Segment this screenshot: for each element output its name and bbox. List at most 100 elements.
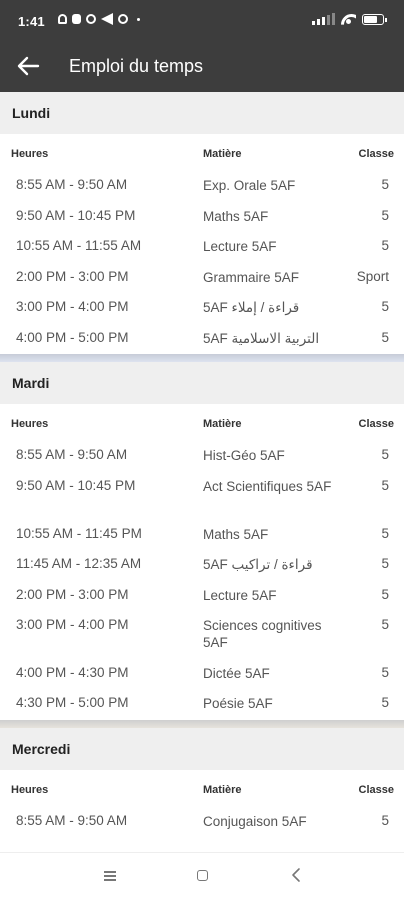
row-time: 3:00 PM - 4:00 PM (16, 617, 129, 632)
menu-icon[interactable] (104, 871, 116, 881)
row-classe: 5 (381, 587, 389, 602)
table-row[interactable]: 8:55 AM - 9:50 AM Conjugaison 5AF 5 (0, 806, 404, 837)
day-section-lundi: Lundi Heures Matière Classe 8:55 AM - 9:… (0, 92, 404, 354)
row-classe: 5 (381, 526, 389, 541)
page-title: Emploi du temps (69, 56, 204, 76)
table-row[interactable]: 3:00 PM - 4:00 PM 5AF قراءة / إملاء 5 (0, 292, 404, 323)
row-subject: Lecture 5AF (203, 239, 277, 254)
row-classe: 5 (381, 177, 389, 192)
signal-icon (312, 13, 335, 25)
row-subject: 5AF التربية الاسلامية (203, 331, 320, 346)
row-classe: 5 (381, 478, 389, 493)
section-divider (0, 720, 404, 728)
bell-icon (58, 14, 67, 24)
column-header-heures: Heures (11, 418, 49, 430)
row-classe: 5 (381, 617, 389, 632)
table-row[interactable]: 4:00 PM - 4:30 PM Dictée 5AF 5 (0, 658, 404, 688)
row-time: 2:00 PM - 3:00 PM (16, 269, 129, 284)
row-time: 2:00 PM - 3:00 PM (16, 587, 129, 602)
row-classe: 5 (381, 330, 389, 345)
row-classe: 5 (381, 813, 389, 828)
table-row[interactable]: 3:00 PM - 4:00 PM Sciences cognitives 5A… (0, 610, 404, 658)
column-header-matiere: Matière (203, 418, 242, 430)
table-row[interactable]: 8:55 AM - 9:50 AM Hist-Géo 5AF 5 (0, 440, 404, 471)
column-headers: Heures Matière Classe (0, 404, 404, 440)
day-section-mardi: Mardi Heures Matière Classe 8:55 AM - 9:… (0, 362, 404, 720)
row-subject: Poésie 5AF (203, 696, 273, 711)
section-divider (0, 354, 404, 362)
table-row[interactable]: 4:30 PM - 5:00 PM Poésie 5AF 5 (0, 688, 404, 720)
table-row[interactable]: 8:55 AM - 9:50 AM Exp. Orale 5AF 5 (0, 170, 404, 201)
whatsapp-icon (86, 14, 96, 24)
table-row[interactable]: 10:55 AM - 11:55 AM Lecture 5AF 5 (0, 231, 404, 262)
row-time: 9:50 AM - 10:45 PM (16, 478, 136, 493)
row-subject: Act Scientifiques 5AF (203, 479, 332, 494)
table-row[interactable]: 2:00 PM - 3:00 PM Grammaire 5AF Sport (0, 262, 404, 292)
messenger-icon (118, 14, 128, 24)
column-header-classe: Classe (358, 784, 394, 796)
table-row[interactable]: 4:00 PM - 5:00 PM 5AF التربية الاسلامية … (0, 323, 404, 354)
battery-icon (362, 13, 387, 25)
status-bar: 1:41 (0, 0, 404, 40)
row-classe: 5 (381, 208, 389, 223)
row-time: 4:30 PM - 5:00 PM (16, 695, 129, 710)
row-classe: 5 (381, 238, 389, 253)
row-subject: Lecture 5AF (203, 588, 277, 603)
row-classe: 5 (381, 556, 389, 571)
row-time: 11:45 AM - 12:35 AM (16, 556, 142, 571)
row-classe: Sport (356, 269, 389, 284)
row-subject: Sciences cognitives 5AF (203, 618, 322, 650)
send-icon (101, 13, 113, 25)
column-header-matiere: Matière (203, 784, 242, 796)
row-time: 10:55 AM - 11:45 PM (16, 526, 142, 541)
notification-icons (58, 13, 140, 25)
back-button[interactable] (12, 50, 44, 82)
arrow-left-icon (17, 56, 40, 76)
column-header-heures: Heures (11, 784, 49, 796)
column-header-matiere: Matière (203, 148, 242, 160)
row-subject: Maths 5AF (203, 527, 269, 542)
table-row[interactable]: 2:00 PM - 3:00 PM Lecture 5AF 5 (0, 580, 404, 610)
row-classe: 5 (381, 299, 389, 314)
navigation-bar (0, 852, 404, 900)
row-subject: 5AF قراءة / تراكيب (203, 557, 313, 572)
home-icon[interactable] (197, 870, 208, 881)
row-subject: Grammaire 5AF (203, 270, 300, 285)
timetable-list[interactable]: Lundi Heures Matière Classe 8:55 AM - 9:… (0, 92, 404, 852)
row-classe: 5 (381, 665, 389, 680)
cat-icon (72, 14, 81, 24)
column-headers: Heures Matière Classe (0, 770, 404, 806)
row-time: 8:55 AM - 9:50 AM (16, 447, 128, 462)
table-row[interactable]: 9:50 AM - 10:45 PM Maths 5AF 5 (0, 201, 404, 231)
row-subject: Hist-Géo 5AF (203, 448, 285, 463)
row-subject: Dictée 5AF (203, 666, 270, 681)
back-icon[interactable] (289, 867, 303, 883)
day-header: Lundi (0, 92, 404, 134)
row-subject: Conjugaison 5AF (203, 814, 307, 829)
row-time: 4:00 PM - 4:30 PM (16, 665, 129, 680)
row-time: 8:55 AM - 9:50 AM (16, 813, 128, 828)
row-subject: Maths 5AF (203, 209, 269, 224)
row-classe: 5 (381, 695, 389, 710)
column-header-classe: Classe (358, 148, 394, 160)
day-header: Mardi (0, 362, 404, 404)
table-row[interactable]: 11:45 AM - 12:35 AM 5AF قراءة / تراكيب 5 (0, 549, 404, 580)
row-time: 10:55 AM - 11:55 AM (16, 238, 142, 253)
table-row[interactable]: 9:50 AM - 10:45 PM Act Scientifiques 5AF… (0, 471, 404, 519)
dot-icon (137, 17, 140, 21)
row-time: 8:55 AM - 9:50 AM (16, 177, 128, 192)
system-icons (312, 13, 387, 25)
day-header: Mercredi (0, 728, 404, 770)
column-header-classe: Classe (358, 418, 394, 430)
column-headers: Heures Matière Classe (0, 134, 404, 170)
table-row[interactable]: 10:55 AM - 11:45 PM Maths 5AF 5 (0, 519, 404, 549)
column-header-heures: Heures (11, 148, 49, 160)
status-time: 1:41 (18, 14, 45, 29)
app-bar: Emploi du temps (0, 40, 404, 92)
row-time: 4:00 PM - 5:00 PM (16, 330, 129, 345)
wifi-icon (341, 14, 356, 25)
day-section-mercredi: Mercredi Heures Matière Classe 8:55 AM -… (0, 728, 404, 837)
row-subject: 5AF قراءة / إملاء (203, 300, 300, 315)
row-time: 9:50 AM - 10:45 PM (16, 208, 136, 223)
row-time: 3:00 PM - 4:00 PM (16, 299, 129, 314)
